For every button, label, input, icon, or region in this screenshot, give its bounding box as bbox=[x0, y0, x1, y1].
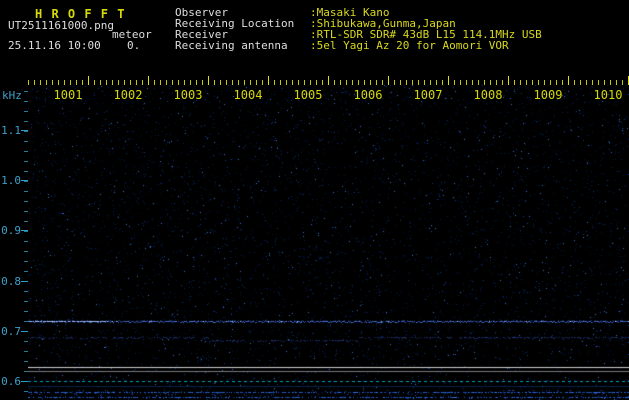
x-axis-major-tick bbox=[88, 76, 89, 85]
field-label: Receiving antenna bbox=[175, 39, 288, 52]
spectrogram-canvas bbox=[28, 85, 629, 400]
output-filename: UT2511161000.png bbox=[8, 19, 114, 32]
y-axis-major-tick bbox=[21, 130, 28, 131]
x-axis-major-tick bbox=[448, 76, 449, 85]
observation-datetime: 25.11.16 10:00 bbox=[8, 39, 101, 52]
echo-counter: 0. bbox=[127, 39, 141, 52]
station-info-block: Observer:Masaki Kano Receiving Location:S… bbox=[175, 7, 542, 51]
x-axis-major-tick bbox=[568, 76, 569, 85]
y-axis-major-tick bbox=[21, 381, 28, 382]
y-axis-label: 0.7 bbox=[1, 325, 21, 338]
x-axis-major-tick bbox=[148, 76, 149, 85]
y-axis-label: 1.0 bbox=[1, 174, 21, 187]
header-field-row: Receiving antenna :5el Yagi Az 20 for Aom… bbox=[175, 40, 542, 51]
x-axis-major-tick bbox=[508, 76, 509, 85]
hrofft-output-window: H R O F F T UT2511161000.png meteor 25.1… bbox=[0, 0, 629, 400]
y-axis-label: 0.8 bbox=[1, 275, 21, 288]
y-axis-label: 0.9 bbox=[1, 224, 21, 237]
y-axis-major-tick bbox=[21, 281, 28, 282]
y-axis-major-tick bbox=[21, 331, 28, 332]
y-axis-label: 1.1 bbox=[1, 124, 21, 137]
x-axis-major-tick bbox=[328, 76, 329, 85]
x-axis-major-tick bbox=[388, 76, 389, 85]
y-axis-unit-label: kHz bbox=[2, 89, 22, 102]
y-axis-major-tick bbox=[21, 180, 28, 181]
x-axis-major-tick bbox=[268, 76, 269, 85]
y-axis-label: 0.6 bbox=[1, 375, 21, 388]
field-value: :5el Yagi Az 20 for Aomori VOR bbox=[310, 39, 509, 52]
y-axis-major-tick bbox=[21, 230, 28, 231]
x-axis-major-tick bbox=[208, 76, 209, 85]
